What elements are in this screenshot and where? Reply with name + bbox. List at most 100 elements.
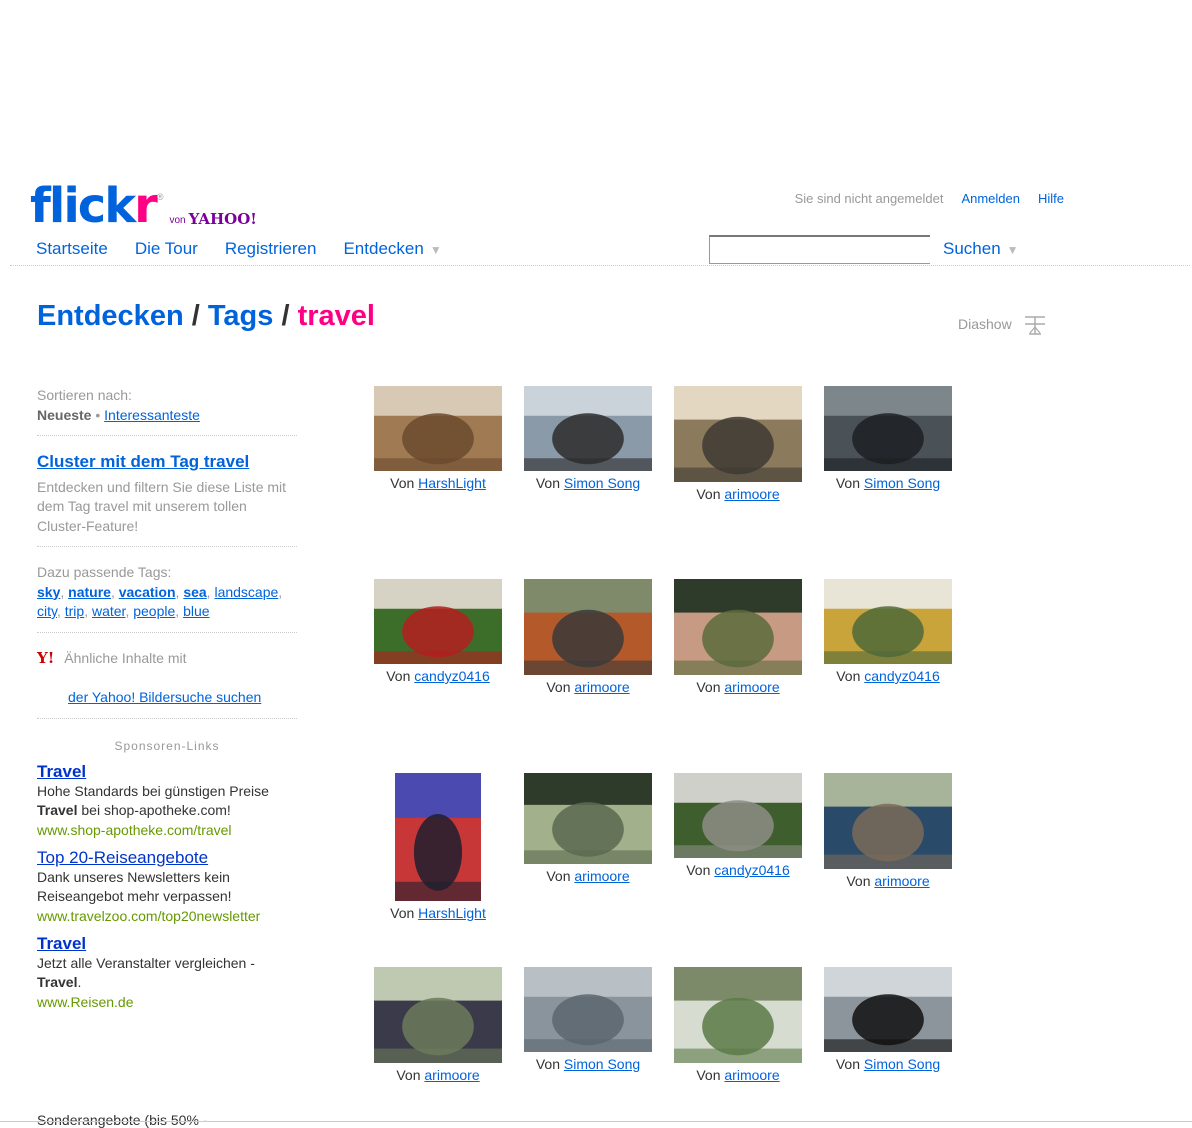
related-tag-4[interactable]: landscape: [214, 584, 278, 600]
photo-thumbnail[interactable]: [374, 967, 502, 1063]
related-tag-1[interactable]: nature: [68, 584, 111, 600]
credit-prefix: Von: [535, 475, 560, 491]
sort-interesting-link[interactable]: Interessanteste: [104, 407, 200, 423]
breadcrumb-tag: travel: [297, 300, 375, 332]
help-link[interactable]: Hilfe: [1038, 191, 1064, 206]
nav-explore[interactable]: Entdecken: [343, 239, 423, 258]
photo-thumbnail[interactable]: [824, 773, 952, 869]
photo-thumbnail[interactable]: [674, 386, 802, 482]
photo-owner-link[interactable]: HarshLight: [418, 475, 486, 491]
photo-thumbnail[interactable]: [824, 967, 952, 1052]
related-tag-2[interactable]: vacation: [119, 584, 176, 600]
related-tag-6[interactable]: trip: [65, 603, 84, 619]
search-input[interactable]: [709, 235, 930, 264]
ad-url[interactable]: www.travelzoo.com/top20newsletter: [37, 907, 297, 927]
photo-subject: [552, 609, 624, 668]
ad-title-link[interactable]: Travel: [37, 934, 297, 954]
photo-item: Von Simon Song: [513, 967, 663, 1072]
photo-thumbnail[interactable]: [395, 773, 481, 901]
photo-thumbnail[interactable]: [524, 579, 652, 675]
ad-url[interactable]: www.shop-apotheke.com/travel: [37, 821, 297, 841]
photo-subject: [552, 413, 624, 465]
photo-sky: [674, 579, 802, 613]
registered-icon: ®: [156, 192, 164, 202]
slideshow-icon: [1024, 316, 1045, 335]
photo-owner-link[interactable]: arimoore: [724, 679, 779, 695]
ad-text: Jetzt alle Veranstalter vergleichen -: [37, 954, 255, 971]
photo-sky: [674, 967, 802, 1001]
breadcrumb-tags[interactable]: Tags: [208, 300, 274, 332]
photo-subject: [402, 606, 474, 658]
tag-separator: ,: [110, 583, 119, 600]
yahoo-image-search-link[interactable]: der Yahoo! Bildersuche suchen: [68, 689, 261, 705]
flickr-logo[interactable]: flickr ® von YAHOO!: [30, 182, 257, 230]
ad-title-link[interactable]: Travel: [37, 762, 297, 782]
related-tag-0[interactable]: sky: [37, 584, 60, 600]
logo-r: r: [134, 178, 158, 234]
photo-thumbnail[interactable]: [524, 773, 652, 864]
nav-home[interactable]: Startseite: [36, 239, 108, 259]
chevron-down-icon[interactable]: ▼: [1007, 243, 1019, 257]
photo-owner-link[interactable]: Simon Song: [564, 475, 640, 491]
search-button[interactable]: Suchen: [943, 239, 1001, 258]
photo-owner-link[interactable]: arimoore: [574, 868, 629, 884]
related-tag-5[interactable]: city: [37, 603, 57, 619]
photo-thumbnail[interactable]: [674, 579, 802, 675]
credit-prefix: Von: [835, 1056, 860, 1072]
ad-title-link[interactable]: Top 20-Reiseangebote: [37, 848, 297, 868]
related-tag-9[interactable]: blue: [183, 603, 209, 619]
photo-sky: [674, 773, 802, 803]
ad-body: Dank unseres Newsletters kein Reiseangeb…: [37, 868, 297, 907]
photo-thumbnail[interactable]: [674, 773, 802, 858]
photo-item: Von candyz0416: [363, 579, 513, 684]
photo-credit: Von Simon Song: [536, 475, 640, 491]
related-tags-list: sky, nature, vacation, sea, landscape, c…: [37, 583, 297, 622]
photo-owner-link[interactable]: candyz0416: [414, 668, 490, 684]
photo-owner-link[interactable]: candyz0416: [714, 862, 790, 878]
ad-text: bei shop-apotheke.com!: [77, 802, 231, 818]
photo-credit: Von Simon Song: [836, 1056, 940, 1072]
photo-owner-link[interactable]: arimoore: [574, 679, 629, 695]
photo-owner-link[interactable]: HarshLight: [418, 905, 486, 921]
photo-owner-link[interactable]: candyz0416: [864, 668, 940, 684]
photo-owner-link[interactable]: arimoore: [424, 1067, 479, 1083]
photo-thumbnail[interactable]: [674, 967, 802, 1063]
login-link[interactable]: Anmelden: [961, 191, 1020, 206]
tag-separator: ,: [175, 603, 184, 619]
photo-item: Von arimoore: [663, 386, 813, 502]
related-tag-8[interactable]: people: [133, 603, 175, 619]
photo-item: Von arimoore: [663, 579, 813, 695]
photo-thumbnail[interactable]: [374, 579, 502, 664]
cluster-link[interactable]: Cluster mit dem Tag travel: [37, 452, 297, 472]
photo-ground: [374, 458, 502, 471]
ad-text: Hohe Standards bei günstigen Preise: [37, 782, 269, 799]
photo-credit: Von HarshLight: [390, 475, 486, 491]
photo-thumbnail[interactable]: [524, 386, 652, 471]
related-tag-7[interactable]: water: [92, 603, 125, 619]
nav-register[interactable]: Registrieren: [225, 239, 317, 259]
photo-ground: [524, 850, 652, 864]
nav-tour[interactable]: Die Tour: [135, 239, 198, 259]
ad-text: Dank unseres Newsletters kein Reiseangeb…: [37, 868, 232, 905]
slideshow-button[interactable]: Diashow: [958, 313, 1046, 335]
sort-bullet: •: [95, 406, 101, 423]
photo-thumbnail[interactable]: [524, 967, 652, 1052]
photo-owner-link[interactable]: arimoore: [874, 873, 929, 889]
related-tag-3[interactable]: sea: [183, 584, 206, 600]
photo-owner-link[interactable]: arimoore: [724, 1067, 779, 1083]
sponsored-ad: Travel Jetzt alle Veranstalter vergleiche…: [37, 934, 297, 1012]
photo-thumbnail[interactable]: [824, 579, 952, 664]
sort-current: Neueste: [37, 406, 92, 423]
photo-thumbnail[interactable]: [824, 386, 952, 471]
photo-owner-link[interactable]: Simon Song: [864, 1056, 940, 1072]
photo-owner-link[interactable]: Simon Song: [864, 475, 940, 491]
photo-owner-link[interactable]: arimoore: [724, 486, 779, 502]
photo-ground: [824, 854, 952, 869]
photo-owner-link[interactable]: Simon Song: [564, 1056, 640, 1072]
chevron-down-icon[interactable]: ▼: [430, 243, 442, 257]
photo-sky: [524, 386, 652, 416]
nav-explore-wrap: Entdecken ▼: [343, 239, 441, 259]
breadcrumb-explore[interactable]: Entdecken: [37, 300, 184, 332]
photo-thumbnail[interactable]: [374, 386, 502, 471]
ad-url[interactable]: www.Reisen.de: [37, 993, 297, 1013]
